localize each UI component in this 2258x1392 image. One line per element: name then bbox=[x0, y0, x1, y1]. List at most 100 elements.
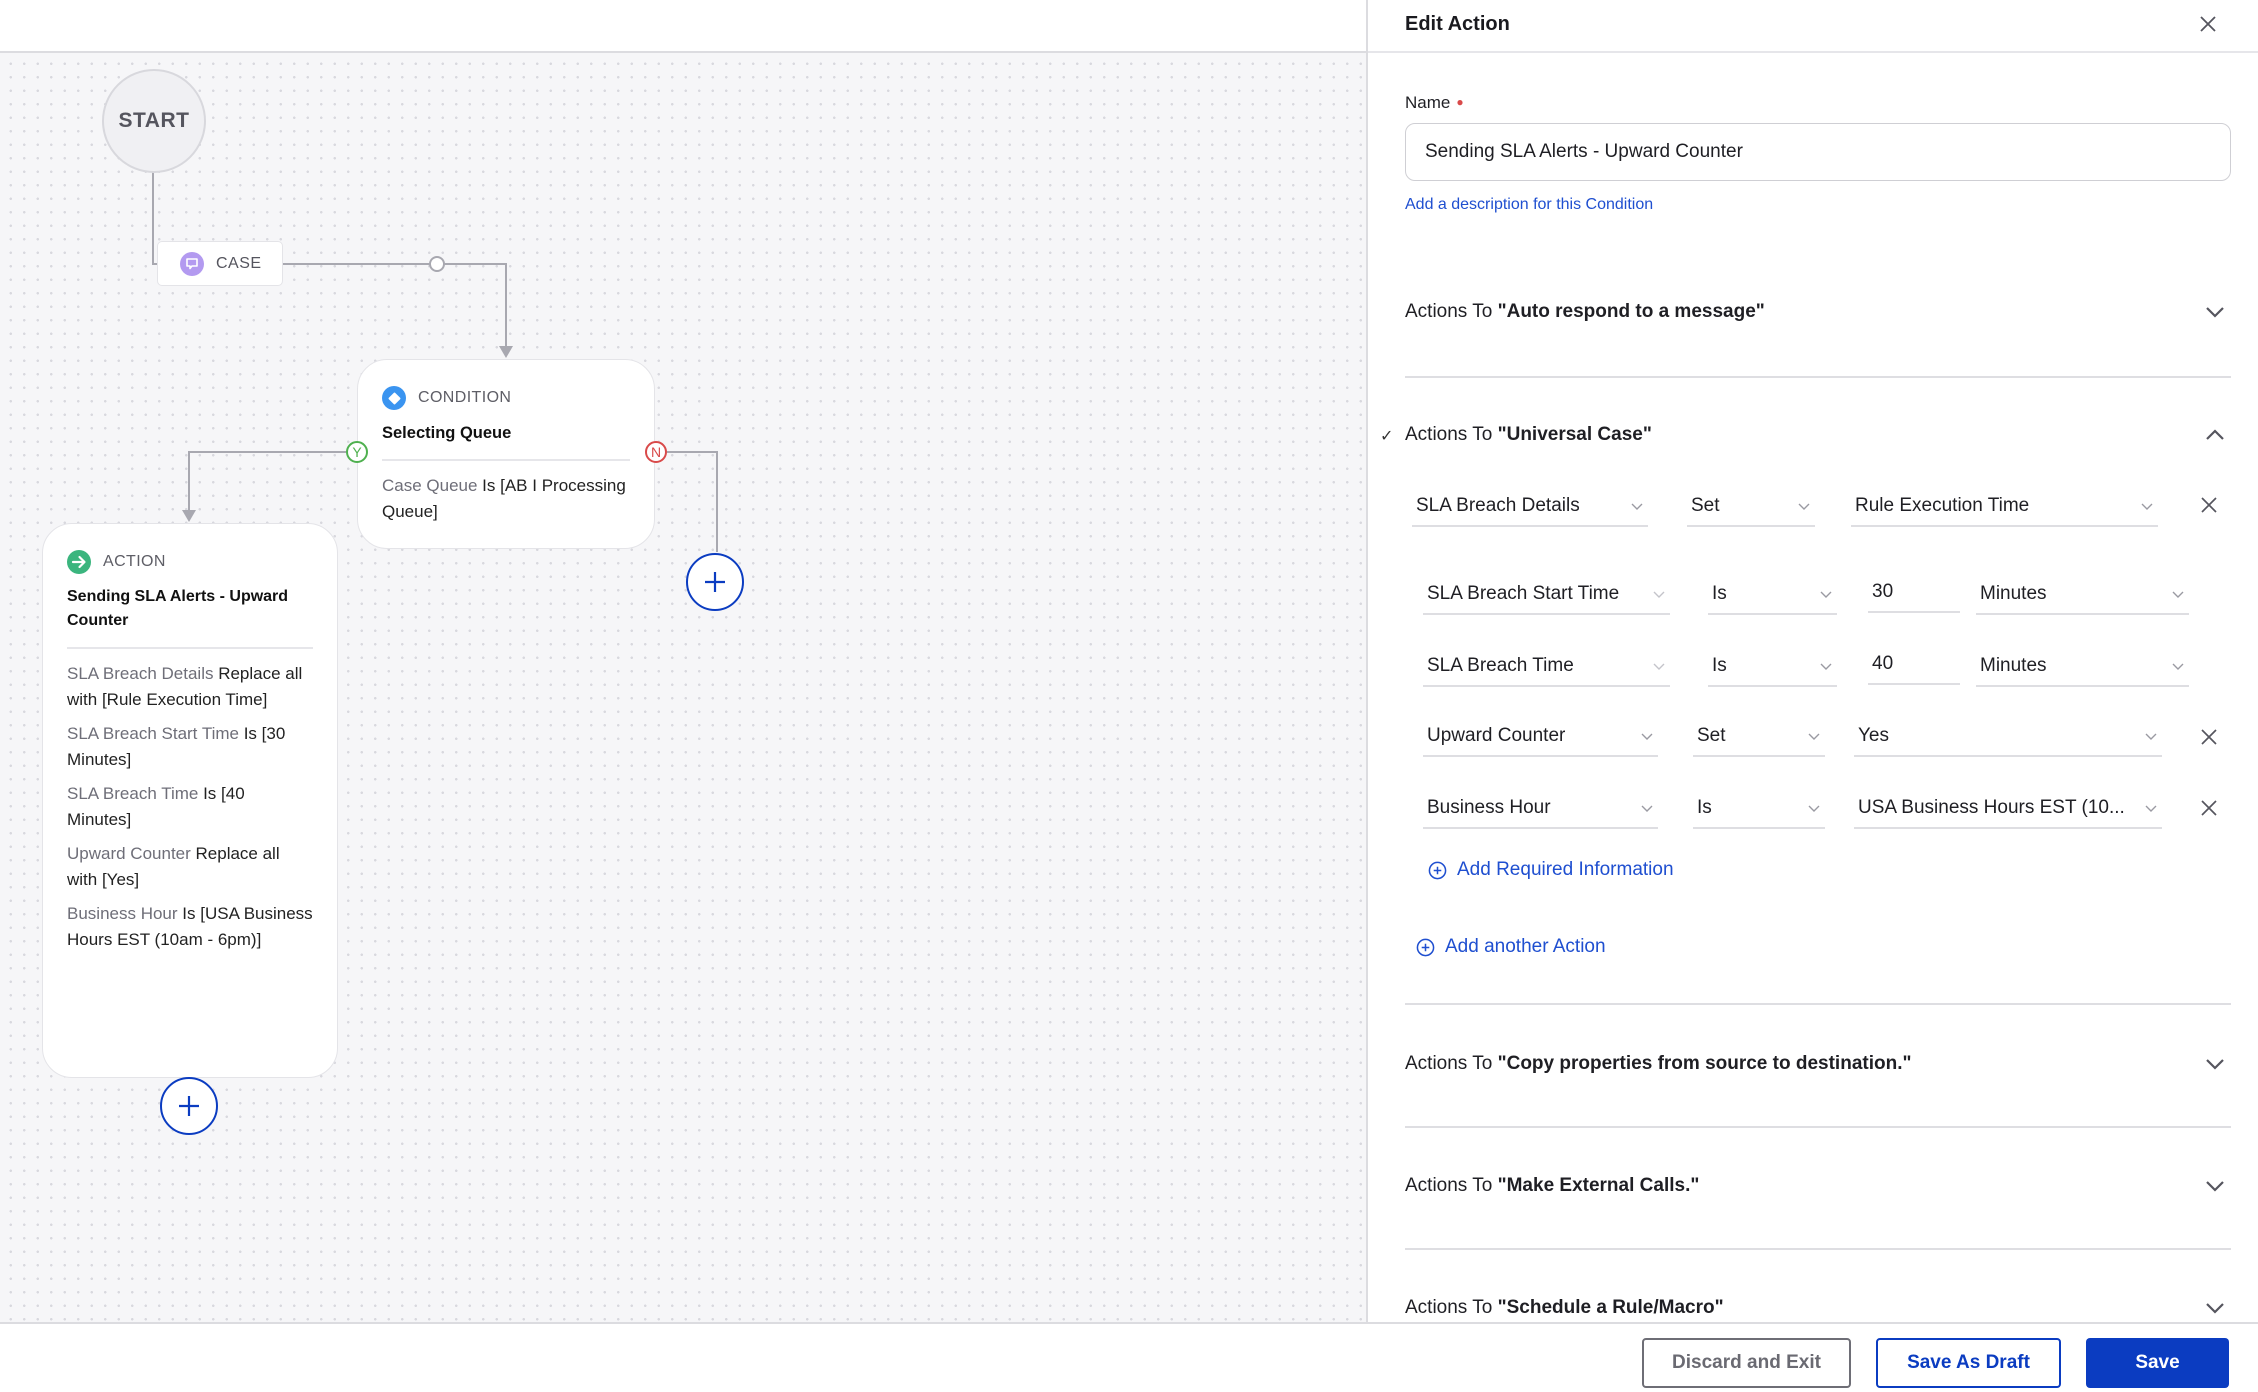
remove-row-button[interactable] bbox=[2198, 797, 2220, 819]
action-body: SLA Breach Details Replace all with [Rul… bbox=[67, 661, 313, 953]
add-another-action-link[interactable]: Add another Action bbox=[1416, 936, 1606, 958]
chevron-down-icon bbox=[2145, 805, 2157, 812]
section-schedule-rule[interactable]: Actions To "Schedule a Rule/Macro" bbox=[1405, 1297, 2225, 1319]
chevron-down-icon bbox=[2205, 1176, 2225, 1196]
edit-action-panel: Edit Action Name ● Add a description for … bbox=[1366, 0, 2258, 1322]
field-select-value: Business Hour bbox=[1427, 797, 1551, 818]
chevron-up-icon bbox=[2205, 425, 2225, 445]
action-line: SLA Breach Details Replace all with [Rul… bbox=[67, 661, 313, 713]
value-select-value: Yes bbox=[1858, 725, 1889, 746]
add-required-information-link[interactable]: Add Required Information bbox=[1428, 859, 1674, 881]
chevron-down-icon bbox=[2205, 1054, 2225, 1074]
condition-title: Selecting Queue bbox=[382, 424, 512, 442]
chevron-down-icon bbox=[1653, 591, 1665, 598]
field-select[interactable]: SLA Breach Start Time bbox=[1423, 575, 1670, 615]
chevron-down-icon bbox=[2145, 733, 2157, 740]
action-line-key: SLA Breach Start Time bbox=[67, 724, 239, 743]
section-divider bbox=[1405, 1003, 2231, 1005]
section-auto-respond[interactable]: Actions To "Auto respond to a message" bbox=[1405, 301, 2225, 323]
name-label: Name ● bbox=[1405, 93, 1464, 113]
plus-circle-icon bbox=[1416, 938, 1435, 956]
arrow-head-condition bbox=[499, 346, 513, 358]
junction-dot bbox=[429, 256, 445, 272]
amount-input[interactable]: 30 bbox=[1868, 573, 1960, 613]
add-node-button-after-action[interactable] bbox=[160, 1077, 218, 1135]
field-select[interactable]: SLA Breach Time bbox=[1423, 647, 1670, 687]
chevron-down-icon bbox=[1641, 733, 1653, 740]
arrow-head-action bbox=[182, 510, 196, 522]
field-select-value: Upward Counter bbox=[1427, 725, 1566, 746]
section-external-calls[interactable]: Actions To "Make External Calls." bbox=[1405, 1175, 2225, 1197]
section-universal-case[interactable]: Actions To "Universal Case" bbox=[1405, 424, 2225, 446]
action-node[interactable]: ACTION Sending SLA Alerts - Upward Count… bbox=[42, 523, 338, 1078]
add-description-link[interactable]: Add a description for this Condition bbox=[1405, 196, 1653, 214]
remove-row-button[interactable] bbox=[2198, 726, 2220, 748]
unit-select-value: Minutes bbox=[1980, 583, 2047, 604]
operator-select-value: Is bbox=[1712, 583, 1727, 604]
operator-select[interactable]: Set bbox=[1693, 717, 1825, 757]
section-divider bbox=[1405, 1126, 2231, 1128]
action-line-key: SLA Breach Time bbox=[67, 784, 199, 803]
chevron-down-icon bbox=[1820, 663, 1832, 670]
section-title: Actions To "Auto respond to a message" bbox=[1405, 301, 1765, 322]
save-as-draft-button[interactable]: Save As Draft bbox=[1876, 1338, 2061, 1388]
connector-case-condition-2 bbox=[444, 263, 507, 352]
field-select-value: SLA Breach Details bbox=[1416, 495, 1580, 516]
operator-select[interactable]: Is bbox=[1708, 647, 1837, 687]
chevron-down-icon bbox=[2172, 591, 2184, 598]
chevron-down-icon bbox=[1820, 591, 1832, 598]
chevron-down-icon bbox=[1808, 733, 1820, 740]
value-select[interactable]: USA Business Hours EST (10... bbox=[1854, 789, 2162, 829]
panel-title: Edit Action bbox=[1405, 13, 1510, 35]
operator-select[interactable]: Is bbox=[1708, 575, 1837, 615]
plus-icon bbox=[705, 572, 725, 592]
case-node[interactable]: CASE bbox=[157, 241, 283, 286]
no-label: N bbox=[650, 444, 662, 460]
chevron-down-icon bbox=[1798, 503, 1810, 510]
remove-row-button[interactable] bbox=[2198, 494, 2220, 516]
close-icon bbox=[2200, 16, 2216, 32]
amount-input-value: 30 bbox=[1872, 581, 1894, 602]
unit-select[interactable]: Minutes bbox=[1976, 575, 2189, 615]
section-divider bbox=[1405, 376, 2231, 378]
action-separator bbox=[67, 647, 313, 649]
chevron-down-icon bbox=[1808, 805, 1820, 812]
flow-canvas[interactable]: START CASE CONDITION Selecting Queue Cas… bbox=[0, 53, 1366, 1322]
save-button[interactable]: Save bbox=[2086, 1338, 2229, 1388]
add-node-button-no-branch[interactable] bbox=[686, 553, 744, 611]
value-select[interactable]: Rule Execution Time bbox=[1851, 487, 2158, 527]
chevron-down-icon bbox=[1641, 805, 1653, 812]
section-title: Actions To "Universal Case" bbox=[1405, 424, 1652, 445]
name-input[interactable] bbox=[1405, 123, 2231, 181]
start-node[interactable]: START bbox=[102, 69, 206, 173]
condition-node[interactable]: CONDITION Selecting Queue Case Queue Is … bbox=[357, 359, 655, 549]
value-select[interactable]: Yes bbox=[1854, 717, 2162, 757]
action-line: Upward Counter Replace all with [Yes] bbox=[67, 841, 313, 893]
arrow-right-icon bbox=[67, 550, 91, 574]
field-select[interactable]: Business Hour bbox=[1423, 789, 1658, 829]
amount-input[interactable]: 40 bbox=[1868, 645, 1960, 685]
action-line: Business Hour Is [USA Business Hours EST… bbox=[67, 901, 313, 953]
footer-bar: Discard and Exit Save As Draft Save bbox=[0, 1322, 2258, 1392]
discard-and-exit-button[interactable]: Discard and Exit bbox=[1642, 1338, 1851, 1388]
unit-select-value: Minutes bbox=[1980, 655, 2047, 676]
operator-select[interactable]: Set bbox=[1687, 487, 1815, 527]
close-panel-button[interactable] bbox=[2194, 10, 2222, 38]
diamond-icon bbox=[382, 386, 406, 410]
field-select[interactable]: SLA Breach Details bbox=[1412, 487, 1648, 527]
yes-branch-marker[interactable]: Y bbox=[346, 441, 368, 463]
action-line: SLA Breach Time Is [40 Minutes] bbox=[67, 781, 313, 833]
action-line: SLA Breach Start Time Is [30 Minutes] bbox=[67, 721, 313, 773]
operator-select[interactable]: Is bbox=[1693, 789, 1825, 829]
no-branch-marker[interactable]: N bbox=[645, 441, 667, 463]
field-select[interactable]: Upward Counter bbox=[1423, 717, 1658, 757]
section-copy-properties[interactable]: Actions To "Copy properties from source … bbox=[1405, 1053, 2225, 1075]
action-line-key: Upward Counter bbox=[67, 844, 191, 863]
value-select-value: Rule Execution Time bbox=[1855, 495, 2030, 516]
plus-circle-icon bbox=[1428, 861, 1447, 879]
action-title: Sending SLA Alerts - Upward Counter bbox=[67, 588, 289, 629]
checkmark-icon: ✓ bbox=[1380, 428, 1394, 445]
close-icon bbox=[2201, 729, 2217, 745]
case-label: CASE bbox=[216, 254, 262, 272]
unit-select[interactable]: Minutes bbox=[1976, 647, 2189, 687]
